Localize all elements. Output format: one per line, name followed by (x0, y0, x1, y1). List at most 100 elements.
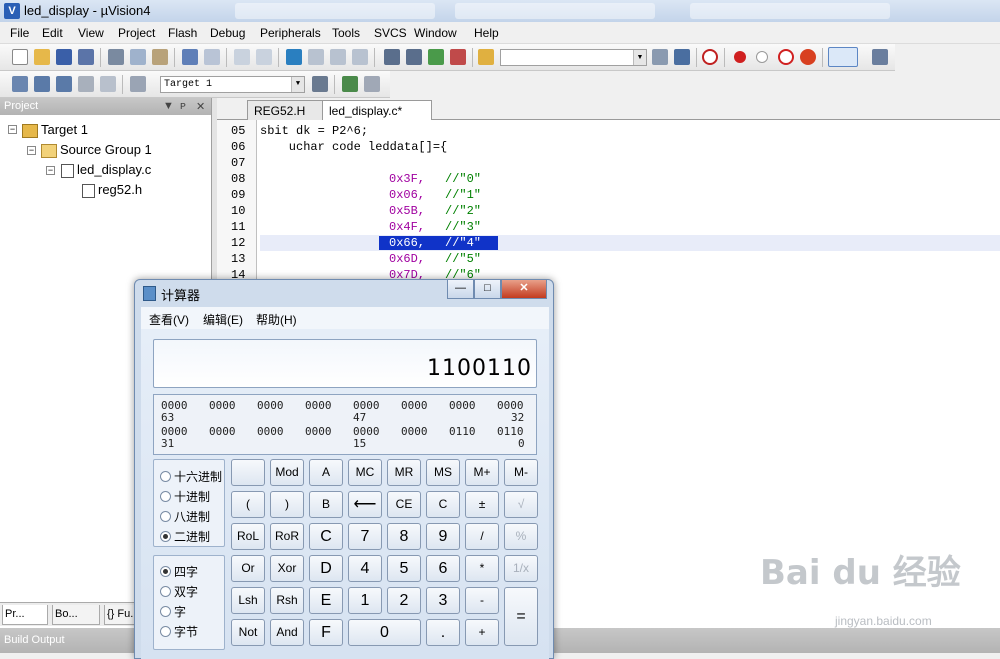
menu-file[interactable]: File (10, 26, 29, 40)
key-m-minus[interactable]: M- (504, 459, 538, 486)
debug-session-icon[interactable] (702, 49, 718, 65)
key-c[interactable]: C (426, 491, 460, 518)
radio-byte[interactable]: 字节 (160, 623, 198, 640)
key-xor[interactable]: Xor (270, 555, 304, 582)
panel-menu-icon[interactable]: ▼ (163, 100, 174, 112)
menu-flash[interactable]: Flash (168, 26, 197, 40)
cut-icon[interactable] (108, 49, 124, 65)
key-2[interactable]: 2 (387, 587, 421, 614)
radio-bin[interactable]: 二进制 (160, 528, 210, 545)
uncomment-icon[interactable] (450, 49, 466, 65)
find-combo[interactable]: ▼ (500, 49, 647, 66)
tree-item-reg52-h[interactable]: reg52.h (82, 182, 142, 198)
next-bookmark-icon[interactable] (330, 49, 346, 65)
unindent-icon[interactable] (406, 49, 422, 65)
radio-qword[interactable]: 四字 (160, 563, 198, 580)
collapse-toggle[interactable]: − (27, 146, 36, 155)
menu-debug[interactable]: Debug (210, 26, 245, 40)
key-0[interactable]: 0 (348, 619, 421, 646)
target-select[interactable]: Target 1 ▼ (160, 76, 305, 93)
key-m-plus[interactable]: M+ (465, 459, 499, 486)
menu-project[interactable]: Project (118, 26, 155, 40)
key-8[interactable]: 8 (387, 523, 421, 550)
enable-breakpoint-icon[interactable] (756, 51, 768, 63)
minimize-button[interactable]: — (447, 280, 474, 299)
pin-icon[interactable]: ᴘ (180, 100, 186, 112)
collapse-toggle[interactable]: − (8, 125, 17, 134)
batch-build-icon[interactable] (78, 76, 94, 92)
menu-view[interactable]: 查看(V) (149, 311, 189, 328)
key-lsh[interactable]: Lsh (231, 587, 265, 614)
key-or[interactable]: Or (231, 555, 265, 582)
key-ms[interactable]: MS (426, 459, 460, 486)
menu-window[interactable]: Window (414, 26, 457, 40)
indent-icon[interactable] (384, 49, 400, 65)
key-rol[interactable]: RoL (231, 523, 265, 550)
menu-view[interactable]: View (78, 26, 104, 40)
key-mr[interactable]: MR (387, 459, 421, 486)
radio-word[interactable]: 字 (160, 603, 186, 620)
tree-item-led-display-c[interactable]: led_display.c (61, 162, 151, 178)
tab-project[interactable]: Pr... (2, 605, 48, 625)
key-1[interactable]: 1 (348, 587, 382, 614)
redo-icon[interactable] (204, 49, 220, 65)
stop-build-icon[interactable] (100, 76, 116, 92)
rebuild-icon[interactable] (56, 76, 72, 92)
key-not[interactable]: Not (231, 619, 265, 646)
window-layout-icon[interactable] (828, 47, 858, 67)
open-folder-icon[interactable] (34, 49, 50, 65)
undo-icon[interactable] (182, 49, 198, 65)
radio-hex[interactable]: 十六进制 (160, 468, 222, 485)
key-multiply[interactable]: * (465, 555, 499, 582)
copy-icon[interactable] (130, 49, 146, 65)
comment-icon[interactable] (428, 49, 444, 65)
close-button[interactable]: ✕ (501, 280, 547, 299)
download-icon[interactable] (130, 76, 146, 92)
menu-svcs[interactable]: SVCS (374, 26, 407, 40)
tab-led-display-c[interactable]: led_display.c* (322, 100, 432, 121)
manage-components-icon[interactable] (342, 76, 358, 92)
key-b[interactable]: B (309, 491, 343, 518)
new-file-icon[interactable] (12, 49, 28, 65)
paste-icon[interactable] (152, 49, 168, 65)
key-5[interactable]: 5 (387, 555, 421, 582)
key-hex-c[interactable]: C (309, 523, 343, 550)
radio-oct[interactable]: 八进制 (160, 508, 210, 525)
key-a[interactable]: A (309, 459, 343, 486)
key-4[interactable]: 4 (348, 555, 382, 582)
manage-books-icon[interactable] (364, 76, 380, 92)
close-icon[interactable]: ✕ (196, 100, 205, 113)
key-e[interactable]: E (309, 587, 343, 614)
collapse-toggle[interactable]: − (46, 166, 55, 175)
prev-bookmark-icon[interactable] (308, 49, 324, 65)
clear-bookmarks-icon[interactable] (352, 49, 368, 65)
target-options-icon[interactable] (312, 76, 328, 92)
key-mc[interactable]: MC (348, 459, 382, 486)
radio-dec[interactable]: 十进制 (160, 488, 210, 505)
save-icon[interactable] (56, 49, 72, 65)
key-6[interactable]: 6 (426, 555, 460, 582)
menu-help[interactable]: 帮助(H) (256, 311, 297, 328)
find-in-files-icon[interactable] (478, 49, 494, 65)
key-open-paren[interactable]: ( (231, 491, 265, 518)
menu-edit[interactable]: 编辑(E) (203, 311, 243, 328)
key-close-paren[interactable]: ) (270, 491, 304, 518)
key-ror[interactable]: RoR (270, 523, 304, 550)
key-d[interactable]: D (309, 555, 343, 582)
key-decimal[interactable]: . (426, 619, 460, 646)
key-and[interactable]: And (270, 619, 304, 646)
forward-icon[interactable] (256, 49, 272, 65)
tree-item-target[interactable]: Target 1 (22, 122, 88, 138)
disable-breakpoints-icon[interactable] (778, 49, 794, 65)
key-subtract[interactable]: - (465, 587, 499, 614)
breakpoint-icon[interactable] (734, 51, 746, 63)
chevron-down-icon[interactable]: ▼ (633, 50, 646, 65)
save-all-icon[interactable] (78, 49, 94, 65)
find-icon[interactable] (652, 49, 668, 65)
radio-dword[interactable]: 双字 (160, 583, 198, 600)
key-ce[interactable]: CE (387, 491, 421, 518)
key-plus-minus[interactable]: ± (465, 491, 499, 518)
maximize-button[interactable]: □ (474, 280, 501, 299)
key-add[interactable]: + (465, 619, 499, 646)
key-f[interactable]: F (309, 619, 343, 646)
